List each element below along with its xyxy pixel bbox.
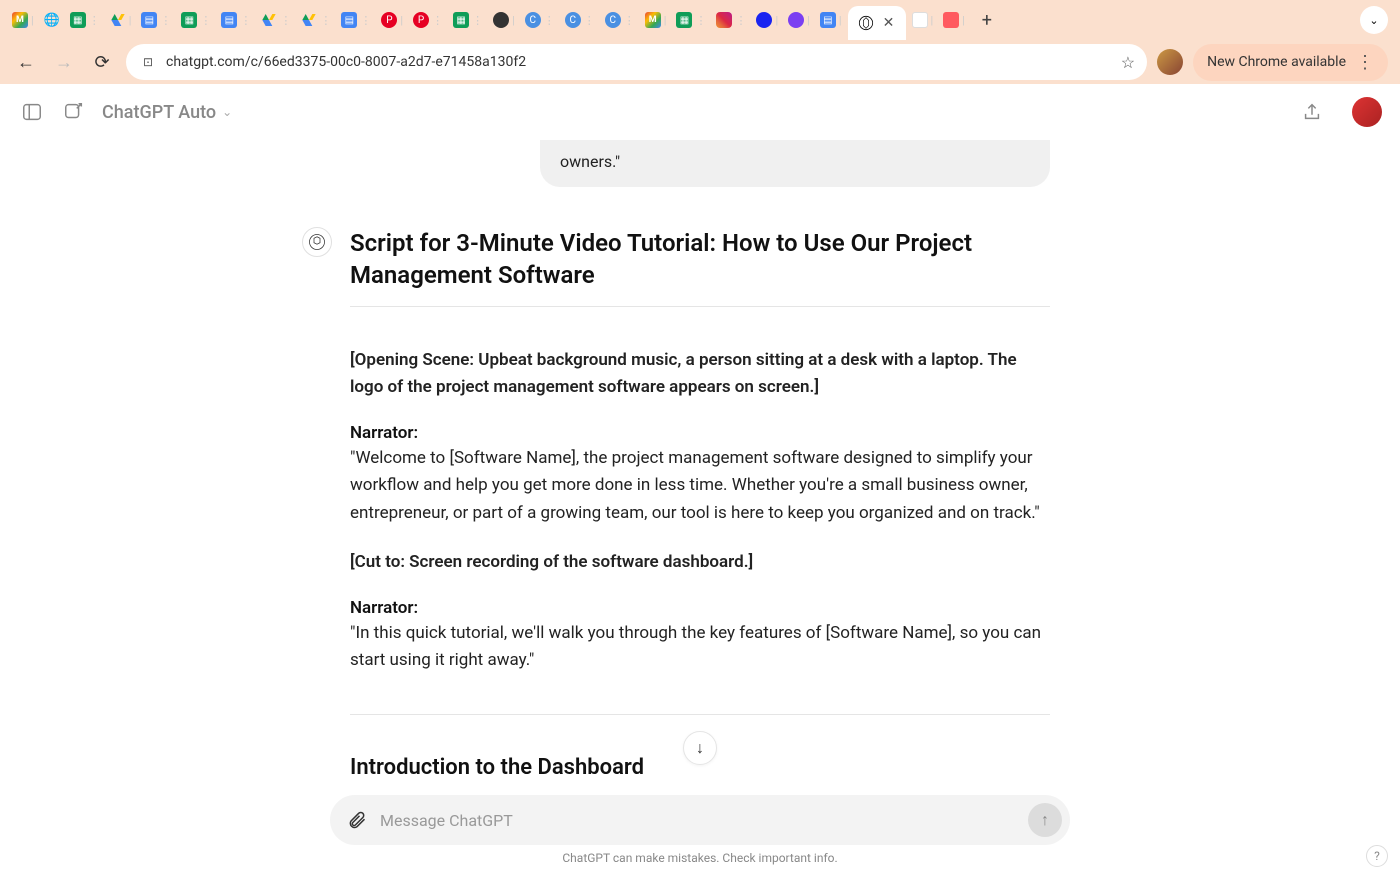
response-title: Script for 3-Minute Video Tutorial: How … [350, 227, 1050, 292]
tab-docs-3[interactable]: ▤⋮ [337, 12, 375, 28]
chat-content: owners." Script for 3-Minute Video Tutor… [0, 140, 1400, 875]
divider [350, 306, 1050, 307]
chatgpt-avatar-icon [302, 227, 332, 257]
tab-drive-1[interactable]: | [106, 12, 136, 28]
divider-2 [350, 714, 1050, 715]
chrome-profile-avatar[interactable] [1157, 49, 1183, 75]
narrator-label-2: Narrator: [350, 598, 1050, 618]
send-button[interactable]: ↑ [1028, 803, 1062, 837]
tab-active-chatgpt[interactable]: ✕ [848, 6, 906, 40]
scene-direction-1: [Opening Scene: Upbeat background music,… [350, 347, 1050, 401]
tab-globe[interactable]: 🌐 [40, 12, 64, 28]
chrome-update-label: New Chrome available [1207, 54, 1346, 70]
address-bar[interactable]: ⊡ chatgpt.com/c/66ed3375-00c0-8007-a2d7-… [126, 44, 1147, 80]
tab-purple[interactable]: | [784, 12, 814, 28]
narrator-text-2: "In this quick tutorial, we'll walk you … [350, 620, 1050, 674]
browser-toolbar: ← → ⟳ ⊡ chatgpt.com/c/66ed3375-00c0-8007… [0, 40, 1400, 84]
tab-drive-3[interactable]: ⋮ [297, 12, 335, 28]
chatgpt-header: ChatGPT Auto ⌄ [0, 84, 1400, 140]
narrator-label-1: Narrator: [350, 423, 1050, 443]
chrome-menu-icon[interactable]: ⋮ [1356, 52, 1374, 73]
new-tab-button[interactable]: + [975, 8, 999, 32]
forward-button[interactable]: → [50, 48, 78, 76]
tab-pinterest-1[interactable]: P| [377, 12, 407, 28]
narrator-text-1: "Welcome to [Software Name], the project… [350, 445, 1050, 527]
help-button[interactable]: ? [1366, 845, 1388, 867]
sidebar-toggle-button[interactable] [18, 98, 46, 126]
chrome-update-button[interactable]: New Chrome available ⋮ [1193, 44, 1388, 81]
user-message-text: owners." [560, 152, 620, 171]
scroll-down-button[interactable]: ↓ [683, 731, 717, 765]
chevron-down-icon: ⌄ [222, 105, 232, 119]
disclaimer-text: ChatGPT can make mistakes. Check importa… [20, 845, 1380, 867]
scene-direction-2: [Cut to: Screen recording of the softwar… [350, 549, 1050, 576]
tab-sheets-3[interactable]: ▦⋮ [449, 12, 487, 28]
tab-other-1[interactable]: | [489, 12, 519, 28]
site-info-icon[interactable]: ⊡ [138, 52, 158, 72]
tab-dropdown-button[interactable]: ⌄ [1360, 6, 1388, 34]
bookmark-star-icon[interactable]: ☆ [1121, 53, 1135, 72]
url-text[interactable]: chatgpt.com/c/66ed3375-00c0-8007-a2d7-e7… [166, 54, 1113, 70]
user-avatar[interactable] [1352, 97, 1382, 127]
message-input-bar[interactable]: Message ChatGPT ↑ [330, 795, 1070, 845]
tab-sheets-1[interactable]: ▦⋮ [66, 12, 104, 28]
tab-docs-2[interactable]: ▤⋮ [217, 12, 255, 28]
attach-icon[interactable] [344, 807, 370, 833]
reload-button[interactable]: ⟳ [88, 48, 116, 76]
tab-instagram[interactable]: ⋮ [712, 12, 750, 28]
input-area: Message ChatGPT ↑ ChatGPT can make mista… [0, 795, 1400, 875]
model-name: ChatGPT Auto [102, 102, 216, 123]
tab-gmail[interactable]: M| [8, 12, 38, 28]
tab-gmail-2[interactable]: M| [641, 12, 671, 28]
model-selector[interactable]: ChatGPT Auto ⌄ [102, 102, 232, 123]
tab-calendly-2[interactable]: C⋮ [561, 12, 599, 28]
tab-docs-4[interactable]: ▤| [816, 12, 846, 28]
tab-calendly-3[interactable]: C⋮ [601, 12, 639, 28]
tab-sheets-2[interactable]: ▦⋮ [177, 12, 215, 28]
tab-sheets-4[interactable]: ▦⋮ [672, 12, 710, 28]
assistant-response: Script for 3-Minute Video Tutorial: How … [350, 227, 1050, 780]
tab-other-2[interactable]: | [908, 12, 938, 28]
new-chat-button[interactable] [60, 98, 88, 126]
message-input[interactable]: Message ChatGPT [380, 811, 1018, 830]
chatgpt-icon [858, 15, 874, 31]
user-message-bubble: owners." [540, 140, 1050, 187]
tab-drive-2[interactable]: ⋮ [257, 12, 295, 28]
tab-docs-1[interactable]: ▤⋮ [137, 12, 175, 28]
tab-calendly-1[interactable]: C⋮ [521, 12, 559, 28]
back-button[interactable]: ← [12, 48, 40, 76]
browser-tabstrip: M| 🌐 ▦⋮ | ▤⋮ ▦⋮ ▤⋮ ⋮ ⋮ ▤⋮ P| P⋮ ▦⋮ | C⋮ … [0, 0, 1400, 40]
tab-pinterest-2[interactable]: P⋮ [409, 12, 447, 28]
tab-close-icon[interactable]: ✕ [882, 16, 896, 30]
tab-guruji[interactable]: | [939, 12, 969, 28]
tab-blue[interactable]: | [752, 12, 782, 28]
share-button[interactable] [1298, 98, 1326, 126]
